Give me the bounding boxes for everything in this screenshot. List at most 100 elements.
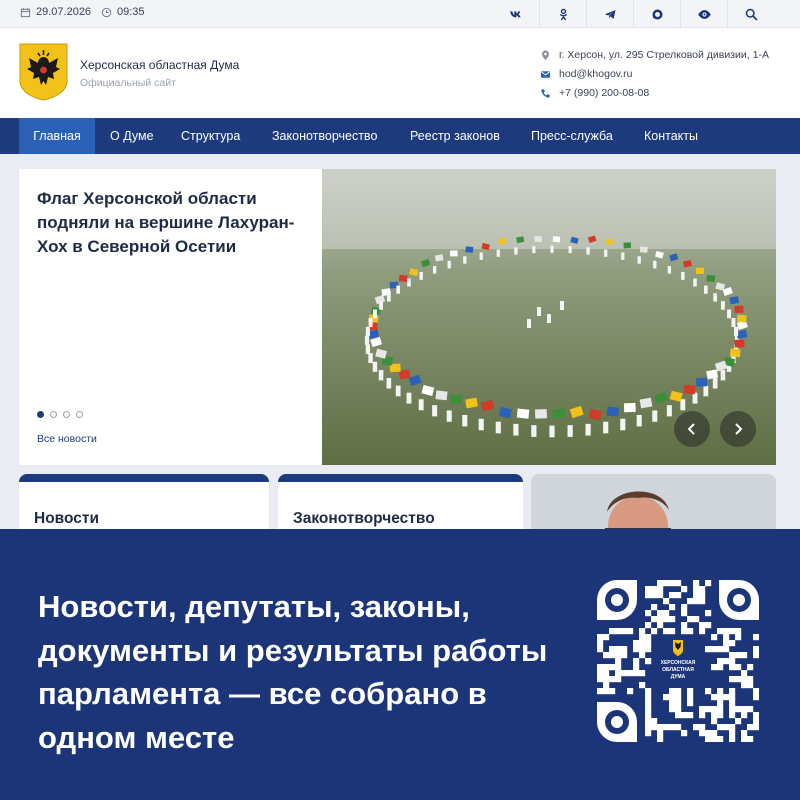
nav-item-structure[interactable]: Структура <box>181 118 240 154</box>
qr-module <box>723 634 730 641</box>
slider-dot[interactable] <box>63 411 70 418</box>
qr-module <box>729 730 736 737</box>
date-display: 29.07.2026 <box>20 6 91 18</box>
qr-module <box>693 592 700 599</box>
qr-module <box>723 694 730 701</box>
qr-module <box>717 628 724 635</box>
qr-module <box>657 730 664 737</box>
qr-module <box>753 634 759 641</box>
qr-module <box>681 628 688 635</box>
qr-module <box>729 688 736 695</box>
qr-module <box>687 700 694 707</box>
nav-item-law-registry[interactable]: Реестр законов <box>410 118 500 154</box>
qr-module <box>753 694 759 701</box>
slider-dot[interactable] <box>76 411 83 418</box>
center-person <box>560 301 564 310</box>
nav-item-contacts[interactable]: Контакты <box>644 118 698 154</box>
qr-module <box>729 628 736 635</box>
visually-impaired-link[interactable] <box>680 0 728 28</box>
phone-line[interactable]: +7 (990) 200-08-08 <box>540 87 649 99</box>
qr-module <box>693 724 700 731</box>
qr-module <box>609 676 616 683</box>
qr-module <box>705 610 712 617</box>
lawmaking-card-title: Законотворчество <box>293 510 435 527</box>
hero-photo[interactable] <box>322 169 776 465</box>
qr-module <box>735 676 742 683</box>
qr-module <box>693 598 700 605</box>
email-line[interactable]: hod@khogov.ru <box>540 68 633 80</box>
qr-module <box>729 640 736 647</box>
qr-module <box>645 694 652 701</box>
qr-module <box>687 694 694 701</box>
qr-module <box>693 616 700 623</box>
qr-module <box>681 610 688 617</box>
qr-module <box>699 712 706 719</box>
qr-module <box>681 604 688 611</box>
slider-dot[interactable] <box>50 411 57 418</box>
date-text: 29.07.2026 <box>36 6 92 18</box>
qr-code[interactable]: ХЕРСОНСКАЯ ОБЛАСТНАЯ ДУМА <box>597 580 759 742</box>
qr-finder-bottom-left <box>597 702 637 742</box>
ok-icon <box>560 8 567 20</box>
time-display: 09:35 <box>101 6 145 18</box>
qr-module <box>645 634 652 641</box>
qr-module <box>735 718 742 725</box>
qr-module <box>645 658 652 665</box>
qr-module <box>741 652 748 659</box>
qr-module <box>717 658 724 665</box>
search-button[interactable] <box>727 0 775 28</box>
calendar-icon <box>20 7 31 17</box>
main-nav: Главная О Думе Структура Законотворчеств… <box>0 118 800 154</box>
vk-link[interactable] <box>492 0 540 28</box>
qr-module <box>693 580 700 587</box>
nav-item-lawmaking[interactable]: Законотворчество <box>272 118 377 154</box>
qr-module <box>711 712 718 719</box>
qr-module <box>681 622 688 629</box>
qr-module <box>621 646 628 653</box>
qr-module <box>639 670 646 677</box>
slider-dot[interactable] <box>37 411 44 418</box>
email-text[interactable]: hod@khogov.ru <box>559 68 633 80</box>
org-subtitle: Официальный сайт <box>80 77 176 89</box>
qr-module <box>711 718 718 725</box>
qr-module <box>705 580 712 587</box>
phone-text[interactable]: +7 (990) 200-08-08 <box>559 87 649 99</box>
qr-module <box>669 694 676 701</box>
qr-module <box>615 658 622 665</box>
qr-module <box>645 700 652 707</box>
qr-module <box>669 604 676 611</box>
qr-module <box>699 724 706 731</box>
location-pin-icon <box>542 50 549 60</box>
lawmaking-card[interactable]: Законотворчество <box>278 474 523 534</box>
qr-module <box>747 664 754 671</box>
qr-module <box>735 664 742 671</box>
nav-item-about[interactable]: О Думе <box>110 118 154 154</box>
chairman-photo[interactable] <box>531 474 776 534</box>
emblem-logo[interactable] <box>19 43 68 101</box>
ok-link[interactable] <box>539 0 587 28</box>
qr-module <box>669 724 676 731</box>
qr-module <box>603 688 610 695</box>
org-name[interactable]: Херсонская областная Дума <box>80 58 239 72</box>
phone-icon <box>541 88 550 98</box>
qr-module <box>651 586 658 593</box>
telegram-link[interactable] <box>586 0 634 28</box>
qr-module <box>705 736 712 742</box>
chevron-left-icon <box>687 423 695 435</box>
max-link[interactable] <box>633 0 681 28</box>
news-card[interactable]: Новости <box>19 474 269 534</box>
nav-item-home[interactable]: Главная <box>19 118 95 154</box>
center-person <box>547 314 551 323</box>
qr-module <box>747 676 754 683</box>
hero-headline[interactable]: Флаг Херсонской области подняли на верши… <box>37 187 307 259</box>
nav-item-press[interactable]: Пресс-служба <box>531 118 613 154</box>
slider-next-button[interactable] <box>720 411 756 447</box>
slider-prev-button[interactable] <box>674 411 710 447</box>
qr-module <box>681 586 688 593</box>
qr-module <box>711 646 718 653</box>
qr-module <box>669 592 676 599</box>
qr-module <box>705 622 712 629</box>
qr-module <box>699 586 706 593</box>
all-news-link[interactable]: Все новости <box>37 433 97 445</box>
qr-module <box>717 646 724 653</box>
